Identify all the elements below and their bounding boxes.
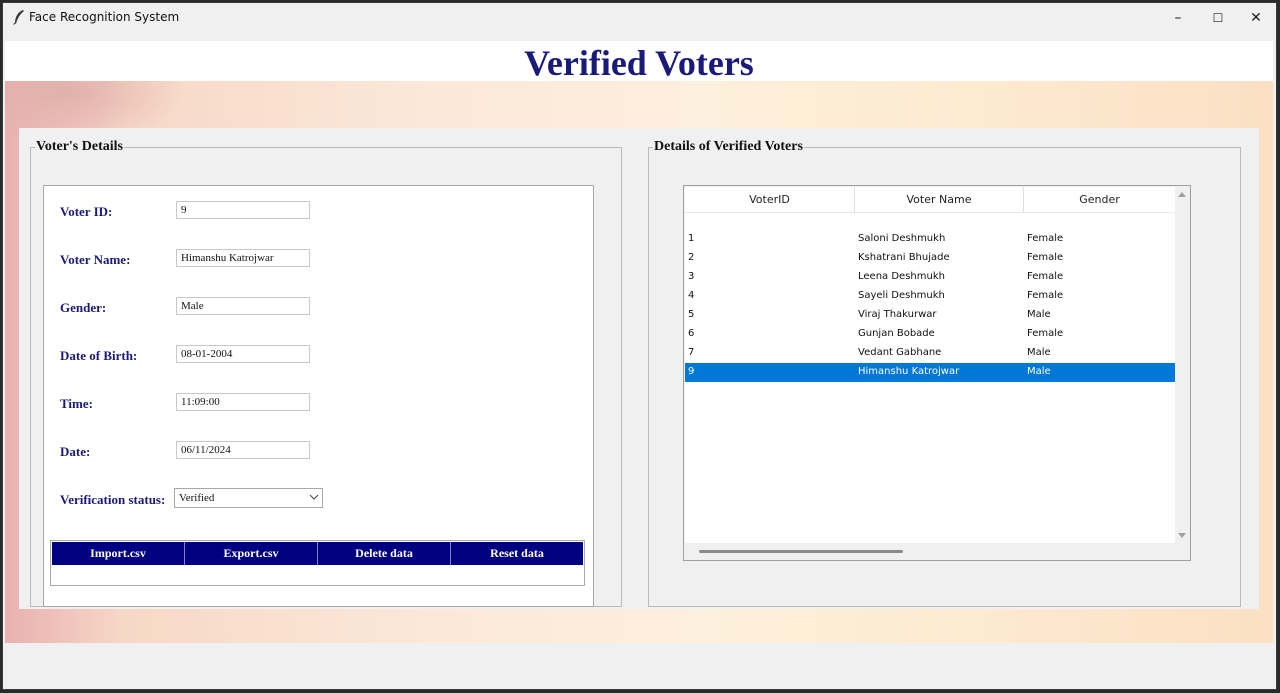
action-button-bar: Import.csv Export.csv Delete data Reset … [52, 542, 583, 565]
import-csv-button[interactable]: Import.csv [52, 542, 184, 565]
cell-gender: Male [1027, 309, 1051, 320]
cell-gender: Female [1027, 328, 1064, 339]
scroll-down-icon[interactable] [1178, 531, 1186, 539]
scroll-up-icon[interactable] [1178, 191, 1186, 199]
cell-voterid: 7 [688, 347, 695, 358]
column-header-voter-name[interactable]: Voter Name [855, 187, 1024, 212]
cell-voterid: 9 [688, 366, 695, 377]
cell-gender: Female [1027, 290, 1064, 301]
voters-table: VoterID Voter Name Gender 1 Saloni Deshm… [685, 187, 1176, 543]
table-row[interactable]: 7 Vedant Gabhane Male [685, 344, 1175, 363]
action-button-frame: Import.csv Export.csv Delete data Reset … [50, 540, 585, 586]
time-label: Time: [60, 396, 93, 411]
cell-voter-name: Saloni Deshmukh [858, 233, 946, 244]
title-bar: Face Recognition System – ☐ ✕ [3, 3, 1276, 33]
voter-name-input[interactable] [176, 249, 310, 267]
verification-status-label: Verification status: [60, 492, 166, 507]
gender-input[interactable] [176, 297, 310, 315]
cell-voter-name: Leena Deshmukh [858, 271, 945, 282]
export-csv-button[interactable]: Export.csv [184, 542, 317, 565]
table-row[interactable]: 1 Saloni Deshmukh Female [685, 230, 1175, 249]
maximize-button[interactable]: ☐ [1198, 3, 1238, 33]
cell-voterid: 3 [688, 271, 695, 282]
date-input[interactable] [176, 441, 310, 459]
column-header-gender[interactable]: Gender [1024, 187, 1175, 212]
feather-icon [13, 10, 24, 25]
voter-id-label: Voter ID: [60, 204, 113, 219]
cell-voter-name: Himanshu Katrojwar [858, 366, 960, 377]
cell-voterid: 2 [688, 252, 695, 263]
voter-details-title: Voter's Details [35, 139, 124, 155]
table-row[interactable]: 5 Viraj Thakurwar Male [685, 306, 1175, 325]
dob-label: Date of Birth: [60, 348, 138, 363]
verified-voters-title: Details of Verified Voters [653, 139, 804, 155]
close-button[interactable]: ✕ [1236, 3, 1276, 33]
time-input[interactable] [176, 393, 310, 411]
voter-name-label: Voter Name: [60, 252, 131, 267]
dob-input[interactable] [176, 345, 310, 363]
cell-voter-name: Viraj Thakurwar [858, 309, 937, 320]
date-label: Date: [60, 444, 91, 459]
minimize-button[interactable]: – [1158, 3, 1198, 33]
bottom-area [5, 643, 1273, 689]
cell-voter-name: Gunjan Bobade [858, 328, 935, 339]
cell-voter-name: Sayeli Deshmukh [858, 290, 945, 301]
table-row[interactable]: 3 Leena Deshmukh Female [685, 268, 1175, 287]
page-title: Verified Voters [524, 43, 754, 83]
vertical-scrollbar[interactable] [1175, 187, 1189, 543]
cell-gender: Female [1027, 271, 1064, 282]
verification-status-value: Verified [179, 492, 215, 504]
window-title: Face Recognition System [29, 10, 180, 24]
horizontal-scroll-thumb[interactable] [699, 550, 903, 553]
table-row[interactable]: 6 Gunjan Bobade Female [685, 325, 1175, 344]
voters-table-frame: VoterID Voter Name Gender 1 Saloni Deshm… [683, 185, 1191, 561]
voter-id-input[interactable] [176, 201, 310, 219]
horizontal-scrollbar[interactable] [685, 544, 1175, 560]
cell-voter-name: Vedant Gabhane [858, 347, 942, 358]
cell-voterid: 4 [688, 290, 695, 301]
cell-voter-name: Kshatrani Bhujade [858, 252, 950, 263]
cell-gender: Female [1027, 252, 1064, 263]
verification-status-select[interactable]: Verified [174, 488, 323, 508]
cell-voterid: 1 [688, 233, 695, 244]
cell-gender: Female [1027, 233, 1064, 244]
table-row[interactable]: 4 Sayeli Deshmukh Female [685, 287, 1175, 306]
page-header: Verified Voters [5, 41, 1273, 83]
column-header-voterid[interactable]: VoterID [685, 187, 855, 212]
gender-label: Gender: [60, 300, 107, 315]
cell-gender: Male [1027, 347, 1051, 358]
chevron-down-icon [309, 494, 319, 500]
table-row[interactable]: 2 Kshatrani Bhujade Female [685, 249, 1175, 268]
cell-voterid: 5 [688, 309, 695, 320]
table-row-selected[interactable]: 9 Himanshu Katrojwar Male [685, 363, 1175, 382]
table-header: VoterID Voter Name Gender [685, 187, 1175, 213]
cell-gender: Male [1027, 366, 1051, 377]
reset-data-button[interactable]: Reset data [450, 542, 583, 565]
cell-voterid: 6 [688, 328, 695, 339]
delete-data-button[interactable]: Delete data [317, 542, 450, 565]
